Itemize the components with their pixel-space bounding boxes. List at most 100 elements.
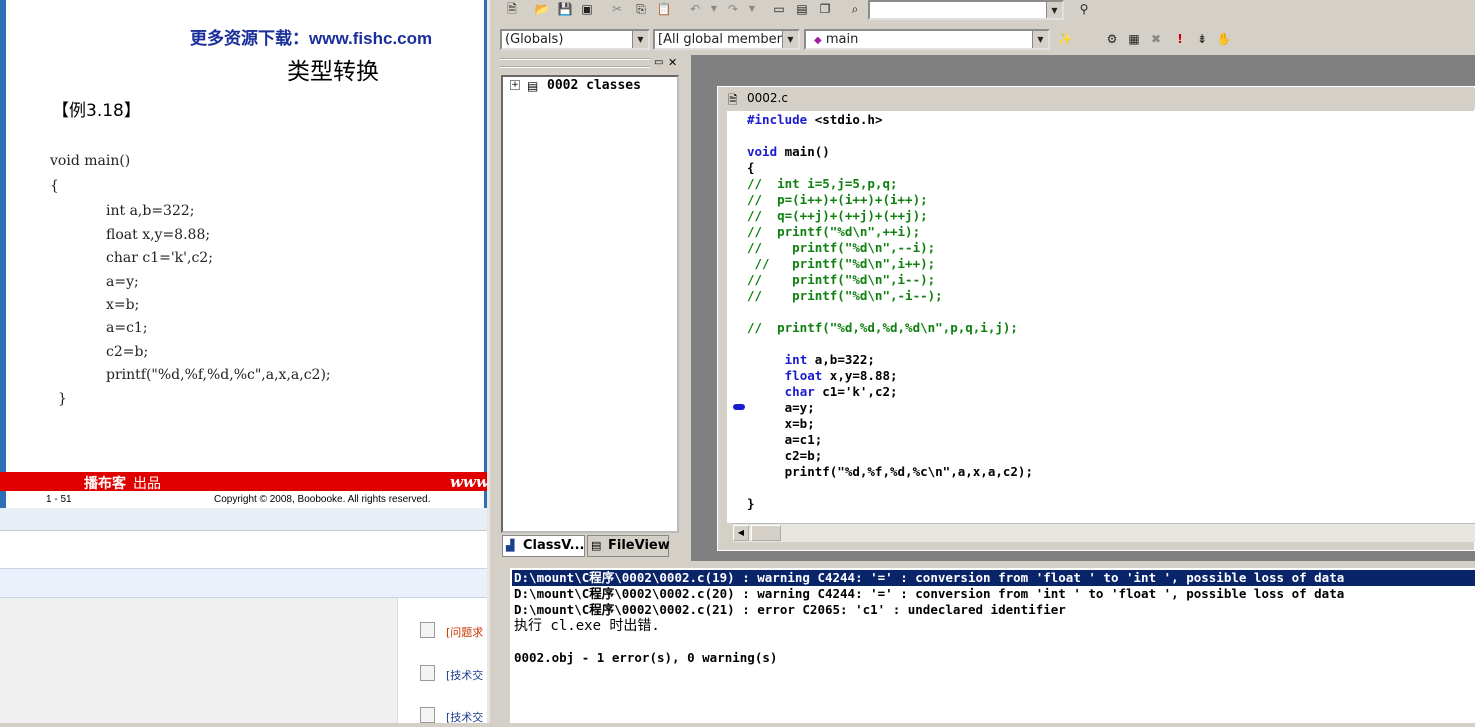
code-line[interactable]: // printf("%d\n",i++); (747, 256, 936, 272)
slide-code-line: a=y; (106, 274, 139, 290)
function-icon: ◆ (814, 35, 822, 46)
build-icon[interactable]: ▦ (1124, 30, 1144, 48)
tab-classview[interactable]: ▟ ClassV... (502, 535, 585, 557)
code-line[interactable]: } (747, 496, 755, 512)
go-icon[interactable]: ⇟ (1192, 30, 1212, 48)
code-line[interactable]: // printf("%d\n",i--); (747, 272, 935, 288)
forum-link[interactable]: [技术交 (446, 667, 483, 683)
code-line[interactable]: printf("%d,%f,%d,%c\n",a,x,a,c2); (747, 464, 1033, 480)
scope-combo[interactable]: (Globals) ▼ (500, 29, 650, 50)
expand-icon[interactable]: + (510, 80, 520, 90)
find-icon[interactable]: ⚲ (1074, 0, 1094, 18)
cut-icon[interactable]: ✂ (607, 0, 627, 18)
find-in-files-icon[interactable]: ⌕ (845, 0, 865, 18)
find-combo[interactable]: ▼ (868, 0, 1064, 20)
code-line[interactable]: int a,b=322; (747, 352, 875, 368)
chevron-down-icon[interactable]: ▼ (782, 31, 798, 48)
code-line[interactable]: // int i=5,j=5,p,q; (747, 176, 898, 192)
classes-icon: ▤ (527, 79, 539, 93)
chevron-down-icon[interactable]: ▼ (1046, 2, 1062, 18)
code-keyword: void (747, 144, 778, 159)
forum-item[interactable]: [技术交 (420, 707, 490, 727)
copy-icon[interactable]: ⎘ (631, 0, 651, 18)
code-line[interactable]: { (747, 160, 755, 176)
chevron-down-icon[interactable]: ▼ (704, 0, 724, 18)
execute-icon[interactable]: ! (1170, 30, 1190, 48)
output-line[interactable]: 0002.obj - 1 error(s), 0 warning(s) (514, 650, 777, 666)
chevron-down-icon[interactable]: ▼ (632, 31, 648, 48)
open-icon[interactable]: 📂 (532, 0, 552, 18)
workspace-icon[interactable]: ▭ (769, 0, 789, 18)
code-line[interactable]: // printf("%d\n",++i); (747, 224, 920, 240)
chevron-down-icon[interactable]: ▼ (1032, 31, 1048, 48)
forum-item[interactable]: [问题求 (420, 622, 490, 642)
classview-root[interactable]: 0002 classes (547, 78, 641, 93)
output-line[interactable]: D:\mount\C程序\0002\0002.c(20) : warning C… (514, 586, 1344, 602)
code-editor[interactable] (727, 111, 1475, 523)
paste-icon[interactable]: 📋 (654, 0, 674, 18)
code-line[interactable]: // q=(++j)+(++j)+(++j); (747, 208, 928, 224)
fileview-tab-icon: ▤ (591, 539, 602, 552)
new-file-icon[interactable]: 🗎 (502, 0, 522, 18)
document-icon (420, 622, 435, 638)
slide-code-line: a=c1; (106, 320, 148, 336)
output-line[interactable]: D:\mount\C程序\0002\0002.c(19) : warning C… (514, 570, 1344, 586)
code-line[interactable]: // printf("%d,%d,%d,%d\n",p,q,i,j); (747, 320, 1018, 336)
code-line[interactable]: c2=b; (747, 448, 823, 464)
toolbar-standard: 🗎 📂 💾 ▣ ✂ ⎘ 📋 ↶ ▼ ↷ ▼ ▭ ▤ ❐ ⌕ ▼ ⚲ (497, 0, 1475, 22)
slide-url: 更多资源下载：www.fishc.com (190, 29, 433, 48)
window-list-icon[interactable]: ❐ (815, 0, 835, 18)
code-line[interactable]: a=y; (747, 400, 815, 416)
forum-link[interactable]: [问题求 (446, 624, 483, 640)
chevron-down-icon[interactable]: ▼ (742, 0, 762, 18)
save-all-icon[interactable]: ▣ (577, 0, 597, 18)
code-text: a,b=322; (807, 352, 875, 367)
output-icon[interactable]: ▤ (792, 0, 812, 18)
classview-tab-icon: ▟ (506, 539, 515, 552)
pane-restore-icon[interactable]: ▭ (654, 57, 663, 68)
slide-copyright: Copyright © 2008, Boobooke. All rights r… (214, 494, 431, 505)
document-titlebar[interactable] (719, 88, 1475, 109)
code-line[interactable]: // p=(i++)+(i++)+(i++); (747, 192, 928, 208)
code-keyword: float (784, 368, 823, 383)
output-line[interactable]: 执行 cl.exe 时出错. (514, 618, 660, 634)
code-line[interactable]: x=b; (747, 416, 815, 432)
forum-item[interactable]: [技术交 (420, 665, 490, 685)
scroll-left-icon[interactable]: ◀ (733, 525, 749, 541)
output-line[interactable]: D:\mount\C程序\0002\0002.c(21) : error C20… (514, 602, 1066, 618)
close-icon[interactable]: ✕ (668, 56, 677, 69)
tab-fileview-label: FileView (608, 538, 670, 553)
slide-code-line: } (58, 391, 67, 407)
members-combo[interactable]: [All global members ▼ (653, 29, 800, 50)
code-line[interactable]: #include <stdio.h> (747, 112, 882, 128)
code-line[interactable]: float x,y=8.88; (747, 368, 898, 384)
code-line[interactable]: // printf("%d\n",--i); (747, 240, 935, 256)
horizontal-scrollbar[interactable]: ◀ (733, 523, 1475, 542)
code-text: main() (777, 144, 830, 159)
pane-gripper[interactable] (500, 58, 650, 68)
breakpoint-icon[interactable]: ✋ (1214, 30, 1234, 48)
code-line[interactable]: // printf("%d\n",-i--); (747, 288, 943, 304)
document-title: 0002.c (747, 91, 788, 105)
function-combo[interactable]: ◆ main ▼ (804, 29, 1050, 50)
tab-fileview[interactable]: ▤ FileView (587, 535, 670, 557)
wizard-icon[interactable]: ✨ (1055, 30, 1075, 48)
slide-page-number: 1 - 51 (46, 494, 72, 505)
code-line[interactable]: void main() (747, 144, 830, 160)
save-icon[interactable]: 💾 (555, 0, 575, 18)
document-icon: 🗎 (728, 93, 738, 107)
splitter[interactable] (490, 561, 1475, 568)
stop-build-icon[interactable]: ✖ (1146, 30, 1166, 48)
output-gripper[interactable] (495, 568, 510, 723)
forum-list (397, 598, 487, 723)
compile-icon[interactable]: ⚙ (1102, 30, 1122, 48)
slide-code-line: x=b; (106, 297, 140, 313)
code-line[interactable]: a=c1; (747, 432, 823, 448)
browser-blank-area (0, 530, 487, 568)
redo-icon[interactable]: ↷ (723, 0, 743, 18)
undo-icon[interactable]: ↶ (685, 0, 705, 18)
slide-code-line: { (50, 178, 59, 194)
scroll-thumb[interactable] (751, 525, 781, 541)
code-line[interactable]: char c1='k',c2; (747, 384, 898, 400)
code-text: c2=b; (747, 448, 823, 463)
